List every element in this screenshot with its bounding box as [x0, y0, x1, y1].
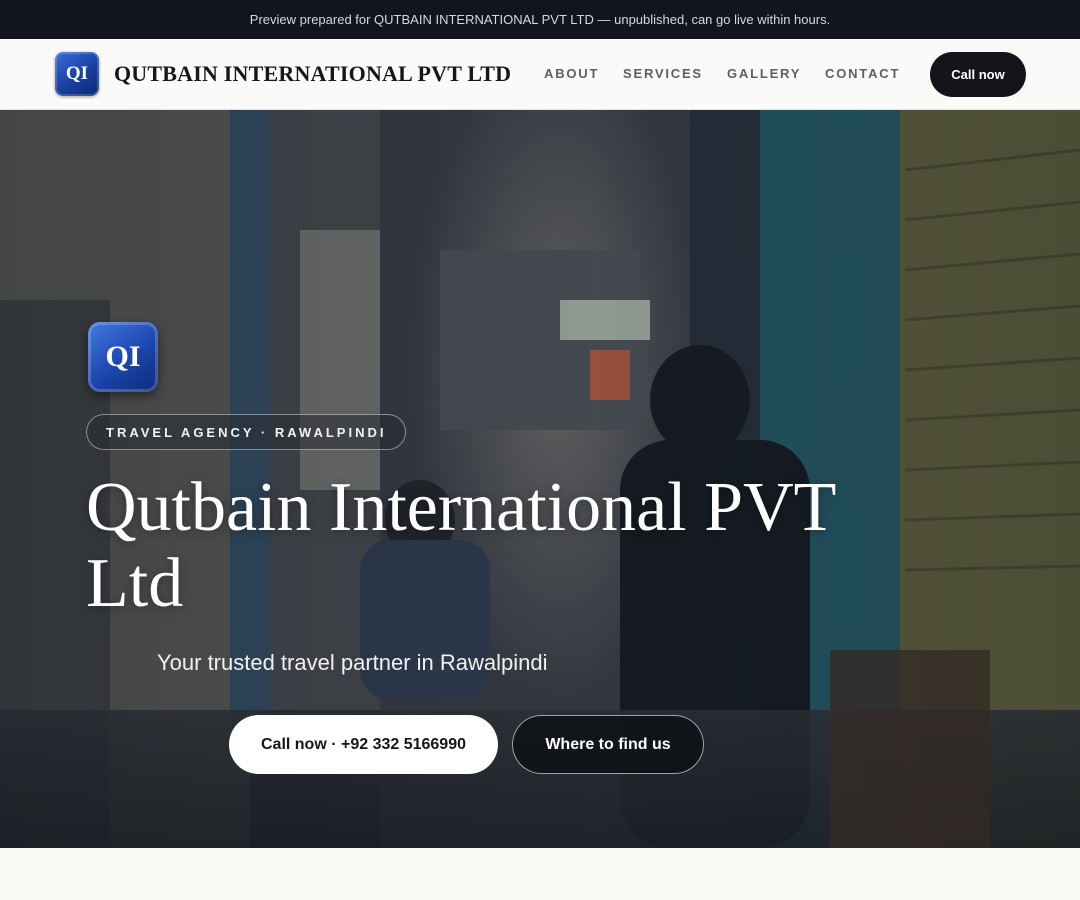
hero-category-badge: TRAVEL AGENCY · RAWALPINDI [86, 414, 407, 450]
brand-logo-icon[interactable]: QI [55, 52, 99, 96]
hero-title: Qutbain International PVT Ltd [86, 469, 836, 622]
next-section [0, 848, 1080, 900]
brand-name[interactable]: QUTBAIN INTERNATIONAL PVT LTD [114, 61, 511, 87]
nav-link-contact[interactable]: CONTACT [825, 66, 900, 81]
nav-link-about[interactable]: ABOUT [544, 66, 599, 81]
find-us-button[interactable]: Where to find us [512, 715, 704, 774]
hero-logo-initials: QI [105, 340, 141, 373]
preview-banner: Preview prepared for QUTBAIN INTERNATION… [0, 0, 1080, 39]
hero-logo-icon: QI [88, 322, 158, 392]
preview-banner-text: Preview prepared for QUTBAIN INTERNATION… [249, 12, 831, 27]
hero-subtitle: Your trusted travel partner in Rawalpind… [157, 650, 548, 675]
nav-call-now-button[interactable]: Call now [930, 52, 1026, 97]
brand-logo-initials: QI [65, 63, 89, 84]
nav-link-gallery[interactable]: GALLERY [727, 66, 801, 81]
hero-section: QI TRAVEL AGENCY · RAWALPINDI Qutbain In… [0, 110, 1080, 848]
nav-link-services[interactable]: SERVICES [623, 66, 703, 81]
call-now-phone-button[interactable]: Call now · +92 332 5166990 [229, 715, 498, 774]
top-navbar: QI QUTBAIN INTERNATIONAL PVT LTD ABOUT S… [0, 39, 1080, 110]
